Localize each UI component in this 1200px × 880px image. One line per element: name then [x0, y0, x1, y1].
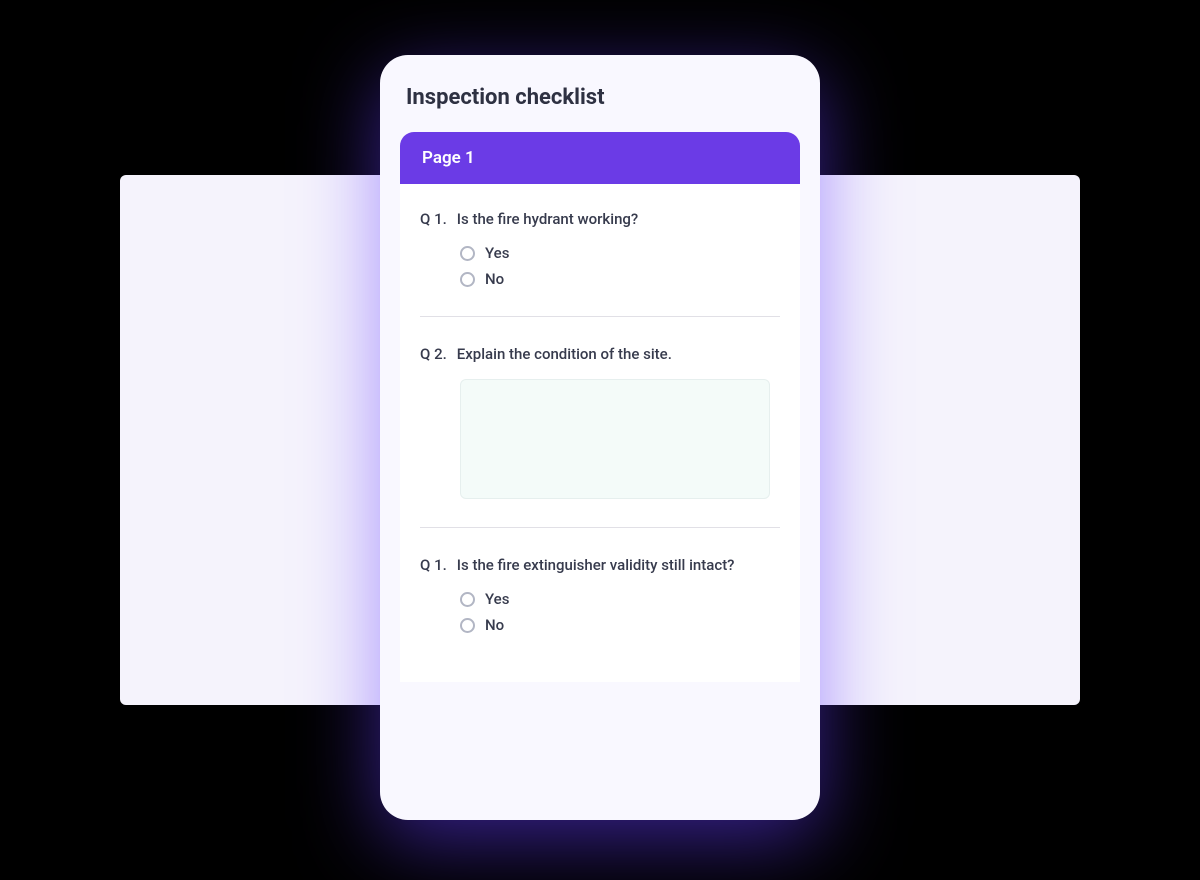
question-options: Yes No	[420, 244, 780, 288]
radio-option-no[interactable]: No	[460, 616, 780, 634]
divider	[420, 527, 780, 528]
radio-option-yes[interactable]: Yes	[460, 590, 780, 608]
radio-icon	[460, 272, 475, 287]
checklist-card-shadow: Inspection checklist Page 1 Q 1. Is the …	[380, 55, 820, 820]
question-row: Q 2. Explain the condition of the site.	[420, 345, 780, 363]
question-text: Explain the condition of the site.	[457, 345, 672, 363]
option-label: No	[485, 270, 504, 288]
question-row: Q 1. Is the fire hydrant working?	[420, 210, 780, 228]
question-text: Is the fire extinguisher validity still …	[457, 556, 735, 574]
radio-icon	[460, 592, 475, 607]
answer-textarea[interactable]	[460, 379, 770, 499]
divider	[420, 316, 780, 317]
option-label: Yes	[485, 244, 509, 262]
question-number: Q 1.	[420, 210, 447, 228]
question-text: Is the fire hydrant working?	[457, 210, 638, 228]
option-label: No	[485, 616, 504, 634]
checklist-body: Q 1. Is the fire hydrant working? Yes No…	[400, 184, 800, 682]
page-header: Page 1	[400, 132, 800, 184]
page-label: Page 1	[422, 148, 475, 168]
question-number: Q 2.	[420, 345, 447, 363]
radio-icon	[460, 246, 475, 261]
question-number: Q 1.	[420, 556, 447, 574]
radio-icon	[460, 618, 475, 633]
radio-option-no[interactable]: No	[460, 270, 780, 288]
page-title: Inspection checklist	[406, 85, 800, 110]
radio-option-yes[interactable]: Yes	[460, 244, 780, 262]
question-options: Yes No	[420, 590, 780, 634]
question-row: Q 1. Is the fire extinguisher validity s…	[420, 556, 780, 574]
option-label: Yes	[485, 590, 509, 608]
checklist-card: Inspection checklist Page 1 Q 1. Is the …	[380, 55, 820, 820]
